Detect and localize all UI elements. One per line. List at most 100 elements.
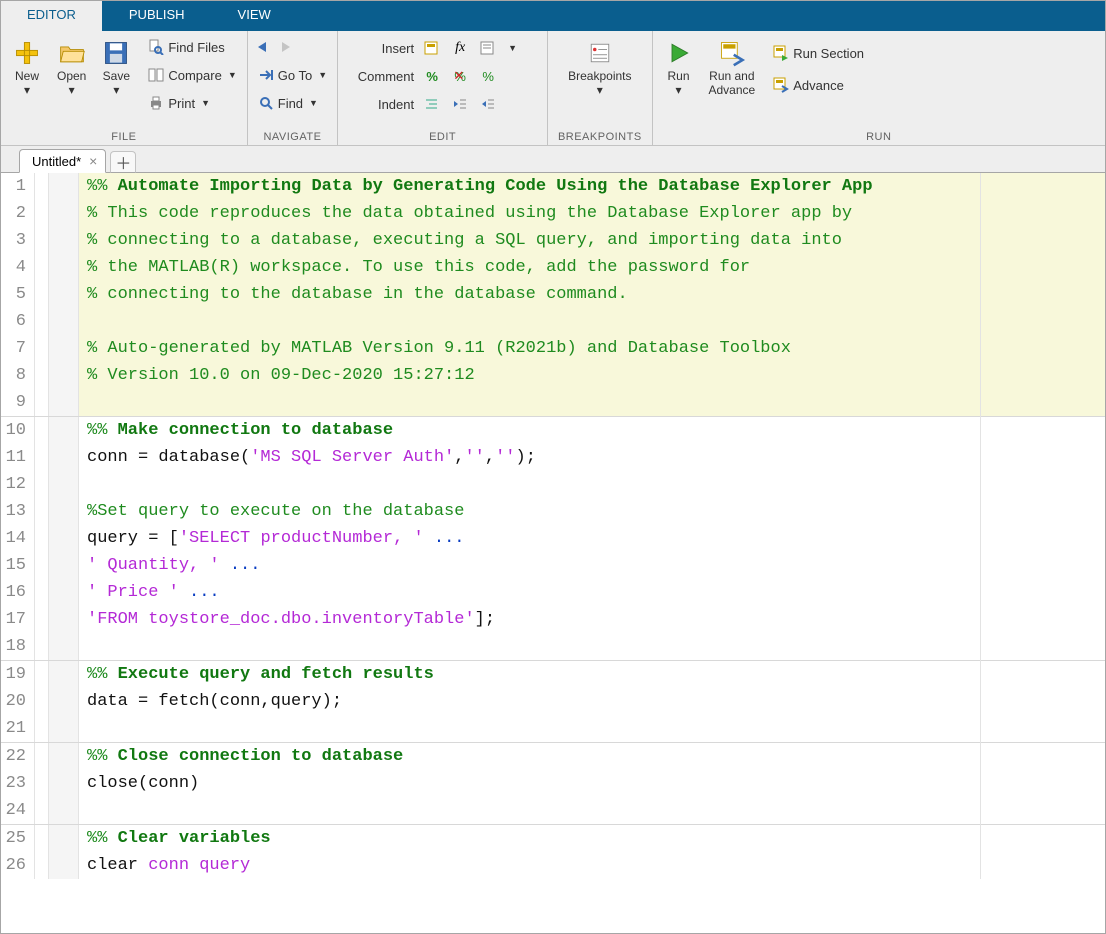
fold-gutter[interactable] [35,227,49,254]
fold-gutter[interactable] [35,715,49,742]
code-line[interactable]: 20data = fetch(conn,query); [1,688,1105,715]
breakpoint-gutter[interactable] [49,552,79,579]
goto-button[interactable]: Go To▼ [254,63,331,87]
indent-left-button[interactable] [478,95,498,113]
insert-section-button[interactable] [422,39,442,57]
fold-gutter[interactable] [35,389,49,416]
nav-back-button[interactable] [254,38,274,56]
breakpoints-button[interactable]: Breakpoints▾ [554,35,645,101]
code-text[interactable]: %% Automate Importing Data by Generating… [79,173,1105,200]
code-text[interactable]: ' Price ' ... [79,579,1105,606]
code-text[interactable] [79,471,1105,498]
breakpoint-gutter[interactable] [49,417,79,444]
code-text[interactable]: % This code reproduces the data obtained… [79,200,1105,227]
comment-remove-button[interactable]: %✕ [450,67,470,85]
breakpoint-gutter[interactable] [49,661,79,688]
find-files-button[interactable]: Find Files [144,35,240,59]
close-icon[interactable]: × [89,153,97,169]
breakpoint-gutter[interactable] [49,525,79,552]
code-line[interactable]: 9 [1,389,1105,416]
fold-gutter[interactable] [35,173,49,200]
breakpoint-gutter[interactable] [49,254,79,281]
breakpoint-gutter[interactable] [49,227,79,254]
breakpoint-gutter[interactable] [49,852,79,879]
code-line[interactable]: 15 ' Quantity, ' ... [1,552,1105,579]
fold-gutter[interactable] [35,335,49,362]
breakpoint-gutter[interactable] [49,743,79,770]
code-line[interactable]: 13%Set query to execute on the database [1,498,1105,525]
breakpoint-gutter[interactable] [49,173,79,200]
fold-gutter[interactable] [35,661,49,688]
breakpoint-gutter[interactable] [49,308,79,335]
code-text[interactable]: % connecting to the database in the data… [79,281,1105,308]
code-text[interactable]: % the MATLAB(R) workspace. To use this c… [79,254,1105,281]
insert-more-button[interactable]: ▼ [508,43,517,53]
code-editor[interactable]: 1%% Automate Importing Data by Generatin… [1,173,1105,879]
code-line[interactable]: 7% Auto-generated by MATLAB Version 9.11… [1,335,1105,362]
code-line[interactable]: 24 [1,797,1105,824]
fold-gutter[interactable] [35,281,49,308]
breakpoint-gutter[interactable] [49,688,79,715]
nav-fwd-button[interactable] [276,38,296,56]
breakpoint-gutter[interactable] [49,633,79,660]
breakpoint-gutter[interactable] [49,770,79,797]
code-text[interactable]: % Auto-generated by MATLAB Version 9.11 … [79,335,1105,362]
code-line[interactable]: 4% the MATLAB(R) workspace. To use this … [1,254,1105,281]
code-line[interactable]: 18 [1,633,1105,660]
fold-gutter[interactable] [35,552,49,579]
code-line[interactable]: 2% This code reproduces the data obtaine… [1,200,1105,227]
code-line[interactable]: 22%% Close connection to database [1,742,1105,770]
breakpoint-gutter[interactable] [49,715,79,742]
code-text[interactable]: %% Clear variables [79,825,1105,852]
code-line[interactable]: 1%% Automate Importing Data by Generatin… [1,173,1105,200]
fold-gutter[interactable] [35,362,49,389]
code-text[interactable]: %% Make connection to database [79,417,1105,444]
code-text[interactable] [79,633,1105,660]
breakpoint-gutter[interactable] [49,335,79,362]
breakpoint-gutter[interactable] [49,362,79,389]
breakpoint-gutter[interactable] [49,444,79,471]
run-advance-button[interactable]: Run and Advance [703,35,762,101]
code-line[interactable]: 23close(conn) [1,770,1105,797]
fold-gutter[interactable] [35,444,49,471]
document-tab[interactable]: Untitled* × [19,149,106,173]
code-line[interactable]: 3% connecting to a database, executing a… [1,227,1105,254]
code-text[interactable] [79,715,1105,742]
code-text[interactable]: ' Quantity, ' ... [79,552,1105,579]
indent-smart-button[interactable] [422,95,442,113]
code-text[interactable]: clear conn query [79,852,1105,879]
fold-gutter[interactable] [35,471,49,498]
insert-fx-button[interactable]: fx [450,39,470,57]
run-section-button[interactable]: Run Section [769,41,868,65]
fold-gutter[interactable] [35,579,49,606]
breakpoint-gutter[interactable] [49,200,79,227]
code-line[interactable]: 25%% Clear variables [1,824,1105,852]
code-line[interactable]: 19%% Execute query and fetch results [1,660,1105,688]
code-text[interactable]: close(conn) [79,770,1105,797]
comment-add-button[interactable]: % [422,67,442,85]
code-text[interactable] [79,797,1105,824]
fold-gutter[interactable] [35,498,49,525]
run-button[interactable]: Run▾ [659,35,699,101]
fold-gutter[interactable] [35,797,49,824]
breakpoint-gutter[interactable] [49,797,79,824]
code-line[interactable]: 11conn = database('MS SQL Server Auth','… [1,444,1105,471]
code-text[interactable]: data = fetch(conn,query); [79,688,1105,715]
code-line[interactable]: 26clear conn query [1,852,1105,879]
fold-gutter[interactable] [35,825,49,852]
comment-wrap-button[interactable]: % [478,67,498,85]
ribbon-tab-view[interactable]: VIEW [212,1,298,31]
fold-gutter[interactable] [35,688,49,715]
indent-right-button[interactable] [450,95,470,113]
find-button[interactable]: Find▼ [254,91,331,115]
fold-gutter[interactable] [35,254,49,281]
ribbon-tab-editor[interactable]: EDITOR [1,1,103,31]
code-text[interactable]: conn = database('MS SQL Server Auth','',… [79,444,1105,471]
code-line[interactable]: 17 'FROM toystore_doc.dbo.inventoryTable… [1,606,1105,633]
breakpoint-gutter[interactable] [49,498,79,525]
breakpoint-gutter[interactable] [49,579,79,606]
code-text[interactable]: % connecting to a database, executing a … [79,227,1105,254]
code-text[interactable]: %% Close connection to database [79,743,1105,770]
new-tab-button[interactable]: ＋ [110,151,136,173]
fold-gutter[interactable] [35,770,49,797]
